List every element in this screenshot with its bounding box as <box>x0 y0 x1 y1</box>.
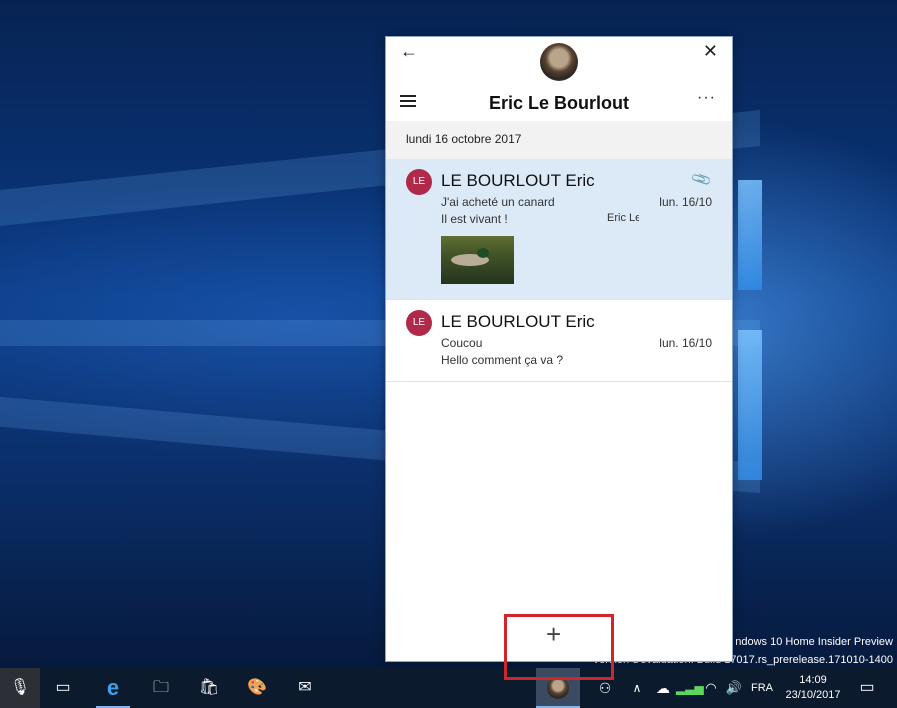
message-item[interactable]: LE LE BOURLOUT Eric 📎 J'ai acheté un can… <box>386 159 732 300</box>
date-group-header: lundi 16 octobre 2017 <box>386 121 732 159</box>
show-hidden-icons-chevron-icon[interactable]: ∧ <box>628 668 646 708</box>
duck-image-thumbnail[interactable] <box>441 236 514 284</box>
file-explorer-icon[interactable]: 🗀 <box>144 668 178 708</box>
paint-icon[interactable]: 🎨 <box>240 668 274 708</box>
watermark-line1: ndows 10 Home Insider Preview <box>735 636 893 648</box>
onedrive-cloud-icon[interactable]: ☁ <box>652 668 674 708</box>
new-message-plus-icon[interactable]: + <box>546 619 561 650</box>
paperclip-icon: 📎 <box>689 167 713 191</box>
message-sender: LE BOURLOUT Eric <box>441 171 595 190</box>
mail-icon[interactable]: ✉ <box>288 668 322 708</box>
people-icon[interactable]: ⚇ <box>592 668 618 708</box>
message-item[interactable]: LE LE BOURLOUT Eric Coucou lun. 16/10 He… <box>386 300 732 382</box>
microphone-icon[interactable]: 🎙 <box>0 668 40 708</box>
sender-avatar: LE <box>406 310 432 336</box>
message-subject: J'ai acheté un canard <box>441 195 555 209</box>
message-subject: Coucou <box>441 336 483 350</box>
compose-bar: + <box>386 611 732 661</box>
message-date: lun. 16/10 <box>659 336 712 350</box>
close-button[interactable]: ✕ <box>703 41 718 62</box>
volume-icon[interactable]: 🔊 <box>722 668 746 708</box>
task-view-icon[interactable]: ▭ <box>44 668 82 708</box>
message-sender: LE BOURLOUT Eric <box>441 312 595 331</box>
signal-strength-icon[interactable]: ▂▃▅ <box>676 668 704 708</box>
clock-time: 14:09 <box>799 674 827 686</box>
message-preview-signature: Eric Le <box>607 212 639 224</box>
sender-avatar: LE <box>406 169 432 195</box>
system-clock[interactable]: 14:09 23/10/2017 <box>782 668 844 708</box>
more-options-button[interactable]: ··· <box>697 89 716 107</box>
contact-name-title: Eric Le Bourlout <box>488 93 629 113</box>
edge-browser-icon[interactable]: e <box>96 668 130 708</box>
taskbar: 🎙 ▭ e 🗀 🛍 🎨 ✉ ⚇ ∧ ☁ ▂▃▅ ◠ 🔊 FRA 14:09 23… <box>0 668 897 708</box>
message-preview: Hello comment ça va ? <box>441 353 564 367</box>
pinned-contact-taskbar-button[interactable] <box>536 668 580 708</box>
input-language[interactable]: FRA <box>748 668 776 708</box>
clock-date: 23/10/2017 <box>785 689 841 701</box>
store-icon[interactable]: 🛍 <box>192 668 226 708</box>
message-date: lun. 16/10 <box>659 195 712 209</box>
wifi-icon[interactable]: ◠ <box>700 668 722 708</box>
message-preview: Il est vivant ! <box>441 212 508 226</box>
window-header: ← ✕ Eric Le Bourlout ··· <box>386 37 732 121</box>
back-button[interactable]: ← <box>400 41 418 62</box>
contact-avatar[interactable] <box>540 43 578 81</box>
people-mail-window: ← ✕ Eric Le Bourlout ··· lundi 16 octobr… <box>385 36 733 662</box>
pinned-contact-avatar <box>547 676 569 699</box>
action-center-icon[interactable]: ▭ <box>852 668 882 708</box>
